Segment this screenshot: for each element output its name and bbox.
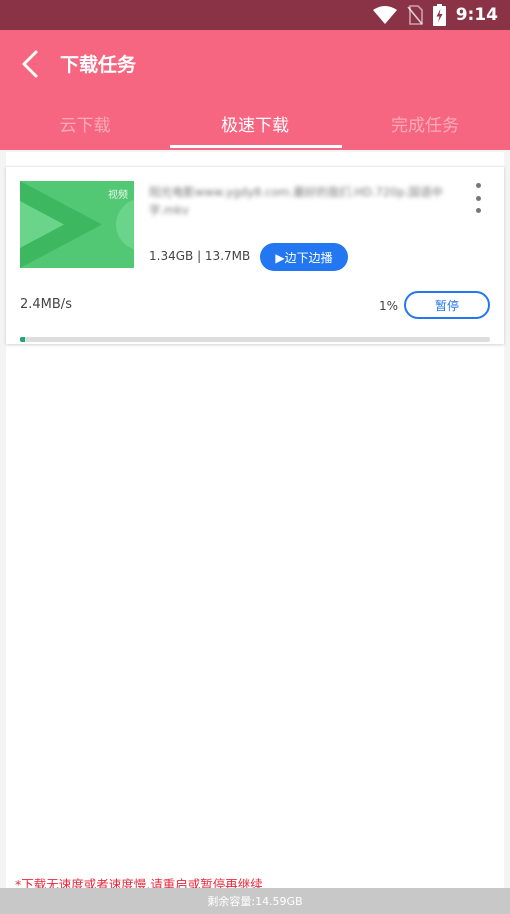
battery-charging-icon [432, 4, 446, 26]
storage-bar: 剩余容量:14.59GB [0, 888, 510, 914]
tab-fast-download[interactable]: 极速下载 [170, 112, 342, 150]
wifi-icon [372, 6, 397, 24]
remaining-storage: 剩余容量:14.59GB [207, 895, 303, 908]
download-list: 视频 阳光电影www.ygdy8.com.最好的我们.HD.720p.国语中字.… [6, 152, 504, 892]
chevron-left-icon [22, 50, 38, 78]
dot [475, 183, 481, 188]
play-while-downloading-button[interactable]: ▶边下边播 [260, 243, 348, 271]
progress-fill [20, 337, 25, 342]
tab-bar: 云下载 极速下载 完成任务 [0, 112, 510, 150]
no-sim-icon [407, 5, 423, 25]
page-title: 下载任务 [60, 54, 137, 76]
dot [475, 208, 481, 213]
tab-cloud-download[interactable]: 云下载 [0, 112, 170, 150]
header: 下载任务 云下载 极速下载 完成任务 [0, 30, 510, 150]
progress-bar [20, 337, 490, 342]
video-thumbnail[interactable]: 视频 [20, 181, 134, 268]
file-name: 阳光电影www.ygdy8.com.最好的我们.HD.720p.国语中字.mkv [149, 185, 443, 217]
thumbnail-tag: 视频 [108, 190, 128, 201]
pause-button[interactable]: 暂停 [404, 291, 490, 319]
tab-completed-tasks[interactable]: 完成任务 [340, 112, 510, 150]
download-task-card[interactable]: 视频 阳光电影www.ygdy8.com.最好的我们.HD.720p.国语中字.… [6, 166, 504, 344]
back-button[interactable] [16, 48, 44, 80]
file-size-text: 1.34GB | 13.7MB [149, 249, 251, 263]
status-time: 9:14 [455, 5, 498, 25]
more-options-button[interactable] [470, 183, 486, 213]
progress-percent: 1% [379, 299, 399, 313]
dot [475, 195, 481, 201]
download-speed: 2.4MB/s [20, 297, 72, 312]
status-bar: 9:14 [0, 0, 510, 30]
